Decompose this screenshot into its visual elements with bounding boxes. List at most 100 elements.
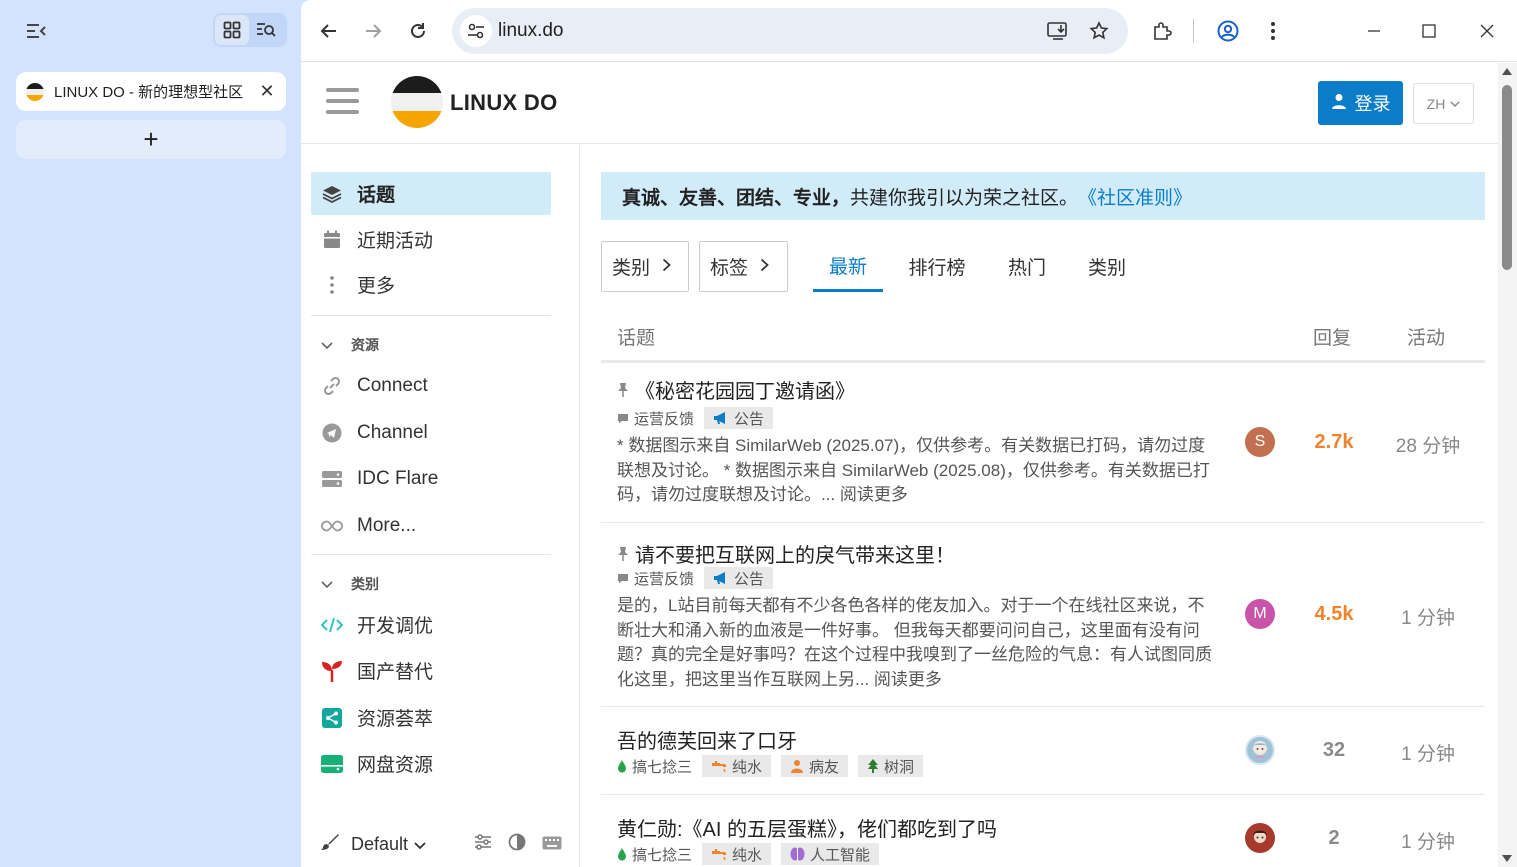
telegram-icon [321,422,343,444]
hamburger-menu-icon[interactable] [326,88,359,118]
sidebar-item-domestic[interactable]: 国产替代 [311,649,551,692]
collapse-tabs-icon[interactable] [22,18,50,44]
column-header-topic[interactable]: 话题 [617,323,655,350]
topic-title-link[interactable]: 吾的德芙回来了口牙 [617,725,797,754]
menu-dots-icon[interactable] [1257,15,1289,47]
theme-selector[interactable]: Default [351,834,408,855]
tab-linux-do[interactable]: LINUX DO - 新的理想型社区 ✕ [16,72,286,111]
scroll-up-arrow-icon[interactable] [1502,68,1512,75]
sidebar-item-dev[interactable]: 开发调优 [311,603,551,646]
category-filter-dropdown[interactable]: 类别 [601,241,689,292]
sidebar-item-resources-collection[interactable]: 资源荟萃 [311,696,551,739]
dark-mode-toggle-icon[interactable] [508,833,526,856]
tag-pure-water[interactable]: 纯水 [702,755,772,777]
category-badge[interactable]: 搞七捻三 [617,844,692,865]
page-scrollbar[interactable] [1498,63,1517,867]
tab-close-icon[interactable]: ✕ [258,81,276,102]
tag-patient[interactable]: 病友 [781,755,849,777]
activity-time[interactable]: 1 分钟 [1383,739,1473,766]
tag-pure-water[interactable]: 纯水 [702,843,772,865]
activity-time[interactable]: 28 分钟 [1383,431,1473,458]
tag-label: 人工智能 [810,846,871,864]
profile-icon[interactable] [1212,15,1244,47]
category-badge[interactable]: 搞七捻三 [617,756,692,777]
community-notice-banner: 真诚、友善、团结、专业， 共建你我引以为荣之社区。 《社区准则》 [601,172,1485,220]
sidebar-item-more-resources[interactable]: More... [311,504,551,547]
reply-count[interactable]: 32 [1295,739,1373,762]
tab-hot[interactable]: 热门 [997,241,1057,292]
sidebar-item-label: 开发调优 [357,616,434,637]
sidebar-item-recent-activity[interactable]: 近期活动 [311,218,551,261]
back-icon[interactable] [313,15,345,47]
community-guidelines-link[interactable]: 《社区准则》 [1078,183,1192,210]
tag-filter-dropdown[interactable]: 标签 [699,241,788,292]
sidebar-divider [311,315,551,316]
tag-tree-hole[interactable]: 树洞 [858,755,924,777]
sidebar-item-idc-flare[interactable]: IDC Flare [311,457,551,500]
linux-do-logo[interactable] [391,76,443,128]
address-bar[interactable]: linux.do [452,8,1128,54]
sidebar-item-more[interactable]: 更多 [311,263,551,306]
site-brand[interactable]: LINUX DO [450,90,558,116]
category-badge[interactable]: 运营反馈 [617,408,694,429]
tag-announcement[interactable]: 公告 [704,567,774,589]
sidebar-section-resources[interactable]: 资源 [321,335,379,355]
close-window-icon[interactable] [1474,18,1500,44]
reply-count[interactable]: 2.7k [1295,431,1373,454]
login-label: 登录 [1354,94,1391,114]
avatar[interactable] [1245,823,1275,853]
category-badge[interactable]: 运营反馈 [617,568,694,589]
bookmark-star-icon[interactable] [1088,20,1110,42]
keyboard-icon[interactable] [542,834,562,855]
topic-title: 《秘密花园园丁邀请函》 [635,381,855,403]
extensions-icon[interactable] [1146,15,1178,47]
activity-time[interactable]: 1 分钟 [1383,827,1473,854]
topic-title-link[interactable]: 请不要把互联网上的戾气带来这里！ [617,539,955,568]
sliders-icon[interactable] [474,833,492,855]
sidebar-item-channel[interactable]: Channel [311,411,551,454]
url-text[interactable]: linux.do [498,20,564,42]
reply-count[interactable]: 2 [1295,827,1373,850]
tab-search-icon[interactable] [249,15,283,45]
sidebar-item-cloud-drive[interactable]: 网盘资源 [311,742,551,785]
reload-icon[interactable] [402,15,434,47]
tab-categories[interactable]: 类别 [1077,241,1137,292]
chevron-down-icon[interactable] [414,834,426,855]
reply-count[interactable]: 4.5k [1295,603,1373,626]
scroll-down-arrow-icon[interactable] [1502,855,1512,862]
section-title: 资源 [351,337,379,353]
forward-icon[interactable] [357,15,389,47]
tag-ai[interactable]: 人工智能 [781,843,880,865]
maximize-icon[interactable] [1416,18,1442,44]
login-button[interactable]: 登录 [1318,81,1403,125]
scrollbar-thumb[interactable] [1502,85,1512,270]
tab-leaderboard[interactable]: 排行榜 [901,241,973,292]
topic-title-link[interactable]: 黄仁勋:《AI 的五层蛋糕》，佬们都吃到了吗 [617,813,997,842]
tag-label: 公告 [734,410,765,428]
column-header-replies[interactable]: 回复 [1313,323,1351,350]
avatar[interactable]: S [1245,427,1275,457]
read-more-link[interactable]: 阅读更多 [869,670,942,689]
topic-title-link[interactable]: 《秘密花园园丁邀请函》 [617,375,855,404]
column-header-activity[interactable]: 活动 [1407,323,1445,350]
tag-announcement[interactable]: 公告 [704,407,774,429]
avatar[interactable]: M [1245,599,1275,629]
minimize-icon[interactable] [1361,18,1387,44]
tab-groups-icon[interactable] [215,15,249,45]
topic-excerpt[interactable]: 是的，L站目前每天都有不少各色各样的佬友加入。对于一个在线社区来说，不断壮大和涌… [617,594,1221,692]
tab-latest[interactable]: 最新 [813,241,883,292]
topic-list-area: 真诚、友善、团结、专业， 共建你我引以为荣之社区。 《社区准则》 类别 标签 最… [601,145,1485,867]
topic-excerpt[interactable]: * 数据图示来自 SimilarWeb (2025.07)，仅供参考。有关数据已… [617,434,1221,508]
sidebar-item-topics[interactable]: 话题 [311,172,551,215]
new-tab-button[interactable]: + [16,120,286,159]
notice-text: 共建你我引以为荣之社区。 [850,187,1079,209]
language-select[interactable]: ZH [1413,83,1474,124]
site-info-icon[interactable] [460,15,492,47]
activity-time[interactable]: 1 分钟 [1383,603,1473,630]
page-content: LINUX DO 登录 ZH 话题 近期活动 更多 资源 Connect Cha… [301,63,1498,867]
read-more-link[interactable]: ... 阅读更多 [821,485,908,504]
sidebar-section-categories[interactable]: 类别 [321,574,379,594]
install-app-icon[interactable] [1047,20,1069,42]
avatar[interactable] [1245,735,1275,765]
sidebar-item-connect[interactable]: Connect [311,364,551,407]
